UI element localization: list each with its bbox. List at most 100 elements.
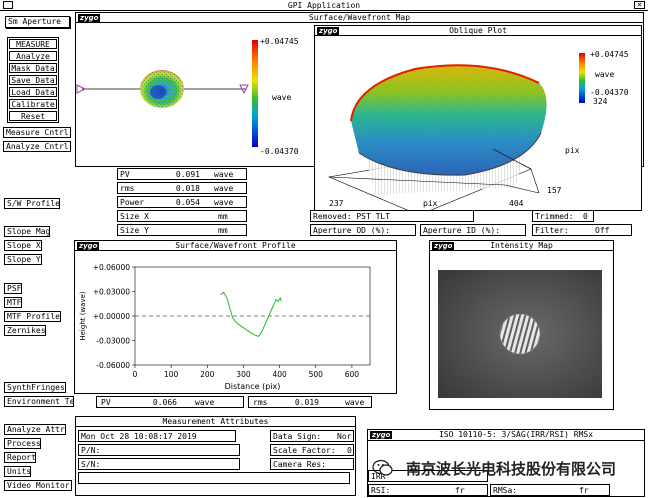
- filter-field[interactable]: Filter: Off: [532, 224, 632, 236]
- stat-row: rms 0.018 wave: [117, 182, 247, 194]
- oblique-plot-window: zygo Oblique Plot +0.04745 wave -0.04370…: [314, 25, 642, 211]
- x-tick-label: 600: [345, 370, 360, 379]
- notes-field[interactable]: [78, 472, 350, 484]
- oblique-colorbar: [579, 53, 585, 103]
- removed-field: Removed: PST TLT: [310, 210, 474, 222]
- profile-title: Surface/Wavefront Profile: [175, 241, 296, 250]
- psf-button[interactable]: PSF: [4, 283, 22, 294]
- y-axis-label: Height (wave): [79, 291, 87, 341]
- stat-row: Power 0.054 wave: [117, 196, 247, 208]
- rsi-field: RSI: fr: [368, 484, 488, 496]
- y-tick-label: +0.06000: [93, 263, 131, 272]
- measure-button[interactable]: MEASURE: [9, 39, 57, 49]
- surface-map-title: Surface/Wavefront Map: [308, 13, 411, 22]
- zernikes-button[interactable]: Zernikes: [4, 325, 46, 336]
- attributes-titlebar: Measurement Attributes: [76, 417, 355, 427]
- slope-y-button[interactable]: Slope Y: [4, 254, 42, 265]
- oblique-y-label: pix: [565, 146, 580, 155]
- measure-cntrl-button[interactable]: Measure Cntrl: [3, 127, 71, 138]
- measurement-attributes-window: Measurement Attributes Mon Oct 28 10:08:…: [75, 416, 356, 496]
- load-data-button[interactable]: Load Data: [9, 87, 57, 97]
- profile-titlebar: zygo Surface/Wavefront Profile: [75, 241, 396, 251]
- date-field: Mon Oct 28 10:08:17 2019: [78, 430, 236, 442]
- wechat-icon: [372, 459, 393, 476]
- mask-data-button[interactable]: Mask Data: [9, 63, 57, 73]
- close-button[interactable]: ×: [634, 1, 645, 9]
- intensity-titlebar: zygo Intensity Map: [430, 241, 613, 251]
- save-data-button[interactable]: Save Data: [9, 75, 57, 85]
- profile-window: zygo Surface/Wavefront Profile +0.06000 +…: [74, 240, 397, 394]
- sn-field[interactable]: S/N:: [78, 458, 240, 470]
- y-tick-label: +0.00000: [93, 312, 131, 321]
- analyze-cntrl-button[interactable]: Analyze Cntrl: [3, 141, 71, 152]
- oblique-scale-max: +0.04745: [590, 50, 629, 59]
- oblique-y-top: 324: [593, 97, 608, 106]
- pn-field[interactable]: P/N:: [78, 444, 240, 456]
- zygo-logo: zygo: [432, 242, 455, 250]
- mtf-profile-button[interactable]: MTF Profile: [4, 311, 61, 322]
- scale-factor-field: Scale Factor: 0: [270, 444, 354, 456]
- x-tick-label: 300: [236, 370, 251, 379]
- watermark-text: 南京波长光电科技股份有限公司: [406, 460, 617, 478]
- y-tick-label: -0.03000: [96, 337, 130, 346]
- y-tick-label: -0.06000: [96, 361, 130, 370]
- profile-series-line: [220, 291, 282, 338]
- oblique-y-bottom: 157: [547, 186, 562, 195]
- surface-scale-min: -0.04370: [260, 147, 299, 156]
- calibrate-button[interactable]: Calibrate: [9, 99, 57, 109]
- intensity-title: Intensity Map: [490, 241, 553, 250]
- units-button[interactable]: Units: [4, 466, 31, 477]
- data-sign-field: Data Sign: Nor: [270, 430, 354, 442]
- oblique-plot: [327, 53, 585, 211]
- app-title-bar: GPI Application ×: [0, 0, 648, 11]
- report-button[interactable]: Report: [4, 452, 36, 463]
- y-tick-label: +0.03000: [93, 288, 131, 297]
- zygo-logo: zygo: [317, 27, 340, 35]
- rmsa-field: RMSa: fr: [490, 484, 610, 496]
- surface-scale-max: +0.04745: [260, 37, 299, 46]
- stat-row: PV 0.091 wave: [117, 168, 247, 180]
- oblique-x-label: pix: [423, 199, 438, 208]
- x-tick-label: 200: [200, 370, 215, 379]
- trimmed-field: Trimmed: 0: [532, 210, 594, 222]
- aperture-id-field[interactable]: Aperture ID (%):: [420, 224, 526, 236]
- surface-map-window: zygo Surface/Wavefront Map +0.04745 wave…: [75, 12, 644, 211]
- slope-mag-button[interactable]: Slope Mag: [4, 226, 50, 237]
- x-tick-label: 500: [309, 370, 324, 379]
- x-tick-label: 100: [164, 370, 179, 379]
- profile-rms-field: rms 0.019 wave: [248, 396, 372, 408]
- reset-button[interactable]: Reset: [9, 111, 57, 121]
- camera-res-field: Camera Res:: [270, 458, 354, 470]
- oblique-x-right: 404: [509, 199, 524, 208]
- x-tick-label: 0: [133, 370, 138, 379]
- synth-fringes-button[interactable]: SynthFringes: [4, 382, 66, 393]
- zygo-logo: zygo: [78, 14, 101, 22]
- video-monitor-button[interactable]: Video Monitor: [4, 480, 72, 491]
- oblique-title: Oblique Plot: [449, 26, 507, 35]
- intensity-map-window: zygo Intensity Map: [429, 240, 614, 410]
- attributes-title: Measurement Attributes: [162, 417, 269, 426]
- profile-pv-field: PV 0.066 wave: [96, 396, 244, 408]
- iso-title: ISO 10110-5: 3/SAG(IRR/RSI) RMSx: [438, 430, 594, 439]
- app-title: GPI Application: [287, 1, 361, 10]
- stat-row: Size Y mm: [117, 224, 247, 236]
- process-button[interactable]: Process: [4, 438, 41, 449]
- oblique-scale-min: -0.04370: [590, 88, 629, 97]
- profile-chart: +0.06000 +0.03000 +0.00000 -0.03000 -0.06000…: [79, 263, 371, 391]
- x-tick-label: 400: [272, 370, 287, 379]
- sw-profile-button[interactable]: S/W Profile: [4, 198, 60, 209]
- surface-map-titlebar: zygo Surface/Wavefront Map: [76, 13, 643, 23]
- analyze-attr-button[interactable]: Analyze Attr: [4, 424, 66, 435]
- surface-map-colorbar: [252, 40, 258, 147]
- aperture-select[interactable]: Sm Aperture: [5, 16, 70, 28]
- mtf-button[interactable]: MTF: [4, 297, 22, 308]
- oblique-scale-unit: wave: [595, 70, 615, 79]
- oblique-x-left: 237: [329, 199, 344, 208]
- analyze-button[interactable]: Analyze: [9, 51, 57, 61]
- environment-button[interactable]: Environment Te: [4, 396, 74, 407]
- aperture-od-field[interactable]: Aperture OD (%):: [310, 224, 416, 236]
- oblique-titlebar: zygo Oblique Plot: [315, 26, 641, 36]
- surface-scale-unit: wave: [272, 93, 292, 102]
- slope-x-button[interactable]: Slope X: [4, 240, 42, 251]
- iso-titlebar: zygo ISO 10110-5: 3/SAG(IRR/RSI) RMSx: [368, 430, 644, 441]
